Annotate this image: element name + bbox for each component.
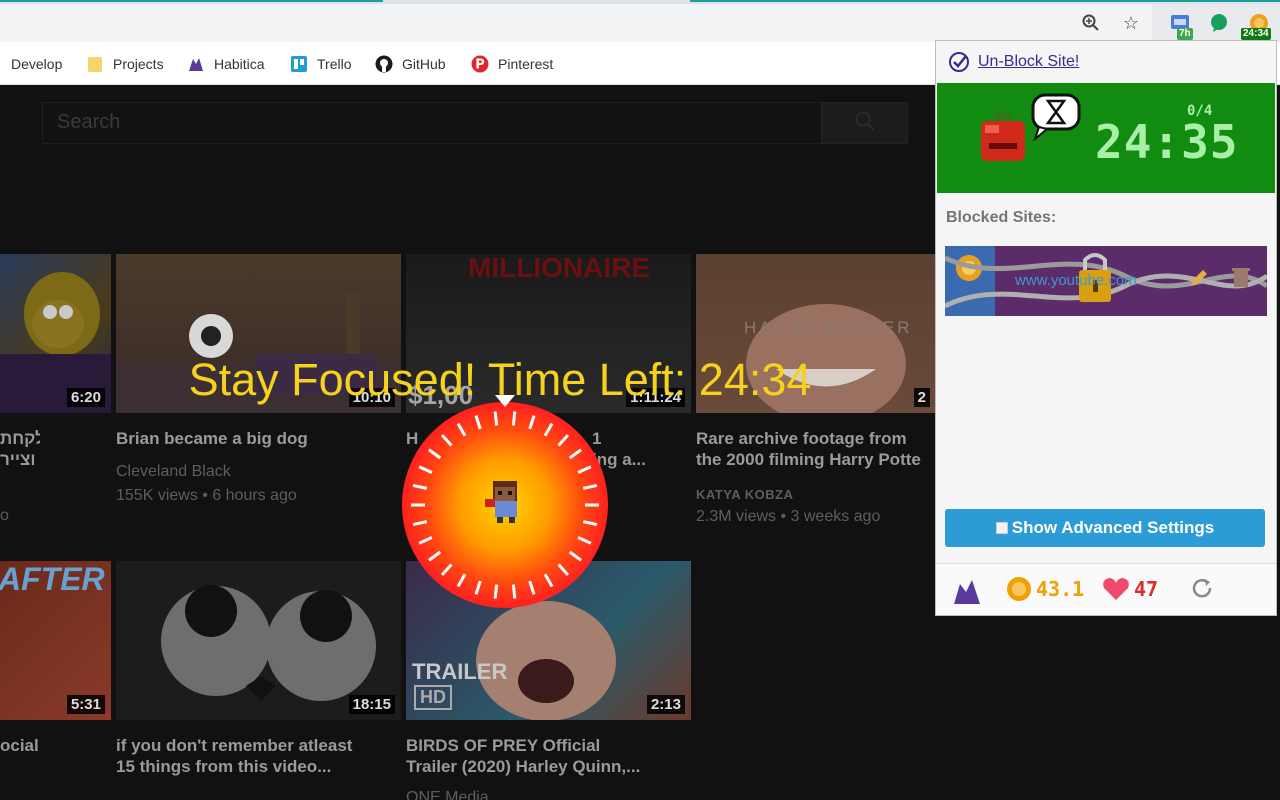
bookmark-label: Projects [113, 56, 164, 72]
thumbnail-hd-badge: HD [414, 685, 452, 710]
bookmark-label: GitHub [402, 56, 446, 72]
heart-icon [1102, 576, 1130, 602]
video-title-line: Brian became a big dog [116, 429, 308, 448]
chat-extension-icon[interactable] [1208, 12, 1230, 34]
bookmark-projects[interactable]: Projects [86, 54, 164, 74]
video-title-line: Rare archive footage from [696, 429, 907, 448]
show-advanced-settings-button[interactable]: Show Advanced Settings [945, 509, 1265, 547]
thumbnail-overlay-text: AFTER [0, 561, 105, 597]
health-stat: 47 [1102, 576, 1158, 602]
video-thumbnail[interactable]: AFTER 5:31 [0, 561, 111, 720]
bookmark-trello[interactable]: Trello [290, 54, 352, 74]
video-title[interactable]: Brian became a big dog [116, 428, 401, 449]
unblock-site-label: Un-Block Site! [978, 53, 1080, 70]
svg-text:P: P [475, 58, 485, 73]
wheel-tick [493, 584, 499, 599]
advanced-settings-label: Show Advanced Settings [1011, 518, 1215, 537]
thumbnail-overlay-text: TRAILER [412, 659, 508, 684]
pomodoro-timer-panel: 0/4 24:35 [937, 83, 1275, 193]
habitica-gryphon-icon [952, 576, 982, 611]
video-thumbnail[interactable]: 18:15 [116, 561, 401, 720]
extension-badge-timer: 24:34 [1241, 28, 1271, 40]
video-title-line: BIRDS OF PREY Official [406, 736, 601, 755]
video-title[interactable]: לקחת וצייר [0, 428, 40, 470]
folder-icon [86, 55, 104, 73]
pomodoro-wheel [401, 391, 609, 609]
video-meta: o [0, 507, 9, 524]
video-title-line: if you don't remember atleast [116, 736, 353, 755]
screen: ☆ 7h 24:34 Develop Projects Habitica Tre… [0, 0, 1280, 800]
video-title-line: Trailer (2020) Harley Quinn,... [406, 757, 641, 776]
advanced-settings-checkbox[interactable] [995, 522, 1008, 534]
edit-pencil-icon[interactable] [1189, 268, 1209, 293]
video-duration: 18:15 [348, 695, 395, 714]
health-value: 47 [1134, 577, 1159, 601]
bookmark-label: Trello [317, 56, 352, 72]
gold-value: 43.1 [1036, 577, 1085, 601]
unblock-site-link[interactable]: Un-Block Site! [948, 51, 1079, 73]
toolbar: ☆ 7h 24:34 [0, 4, 1280, 42]
video-channel[interactable]: KATYA KOBZA [696, 483, 793, 507]
gold-stat: 43.1 [1006, 576, 1084, 602]
blocked-site-card[interactable]: www.youtube.com [945, 246, 1267, 316]
video-channel[interactable]: Cleveland Black [116, 460, 231, 484]
video-meta: 2.3M views • 3 weeks ago [696, 508, 881, 525]
blocked-sites-heading: Blocked Sites: [946, 209, 1057, 226]
bookmark-habitica[interactable]: Habitica [187, 54, 265, 74]
video-title[interactable]: BIRDS OF PREY Official Trailer (2020) Har… [406, 735, 691, 777]
video-title-line: לקחת [0, 429, 40, 448]
video-title-line: ocial [0, 736, 39, 755]
pomodoro-timer: 24:35 [1095, 115, 1239, 169]
bookmark-pinterest[interactable]: P Pinterest [471, 54, 553, 74]
video-title-line: 15 things from this video... [116, 757, 332, 776]
wheel-tick [511, 411, 517, 426]
github-icon [375, 55, 393, 73]
video-title[interactable]: ocial [0, 735, 40, 756]
bookmark-develop[interactable]: Develop [11, 54, 62, 74]
refresh-icon [1190, 576, 1214, 605]
search-input[interactable]: Search [42, 102, 822, 144]
video-duration: 5:31 [66, 695, 105, 714]
hourglass-speech-icon [1031, 93, 1083, 146]
extension-badge-7h: 7h [1177, 28, 1193, 40]
tomato-icon [975, 109, 1031, 174]
video-channel[interactable]: ONE Media [406, 786, 489, 800]
bookmark-label: Develop [11, 56, 63, 72]
blocked-site-url: www.youtube.com [1015, 272, 1137, 289]
extension-popup: Un-Block Site! 0/4 24:35 Blocked Sites: [935, 40, 1277, 616]
bookmark-label: Pinterest [498, 56, 554, 72]
bookmark-star-icon[interactable]: ☆ [1120, 12, 1142, 34]
habitica-link[interactable] [952, 576, 982, 611]
search-button[interactable] [822, 102, 908, 144]
habitica-icon [187, 55, 205, 73]
trash-icon[interactable] [1231, 266, 1251, 293]
pinterest-icon: P [471, 55, 489, 73]
trello-icon [290, 55, 308, 73]
video-title[interactable]: if you don't remember atleast 15 things f… [116, 735, 401, 777]
wheel-tick [493, 411, 499, 426]
refresh-button[interactable] [1190, 576, 1214, 605]
thumbnail-overlay-text: HARRY POTTER [744, 318, 913, 337]
check-circle-icon [948, 51, 970, 73]
video-title-line: the 2000 filming Harry Potte [696, 450, 921, 469]
popup-footer: 43.1 47 [936, 563, 1276, 615]
bookmark-label: Habitica [214, 56, 265, 72]
video-title-line: וצייר [0, 450, 36, 469]
tab-indicator [690, 0, 1280, 2]
wheel-tick [511, 584, 517, 599]
thumbnail-overlay-text: MILLIONAIRE [468, 254, 650, 283]
gold-coin-icon [1006, 576, 1032, 602]
tab-indicator [0, 0, 383, 2]
video-duration: 2:13 [646, 695, 685, 714]
bookmark-github[interactable]: GitHub [375, 54, 446, 74]
video-meta: 155K views • 6 hours ago [116, 487, 297, 504]
zoom-icon[interactable] [1080, 12, 1102, 34]
search-icon [854, 110, 876, 137]
video-title[interactable]: Rare archive footage from the 2000 filmin… [696, 428, 936, 470]
